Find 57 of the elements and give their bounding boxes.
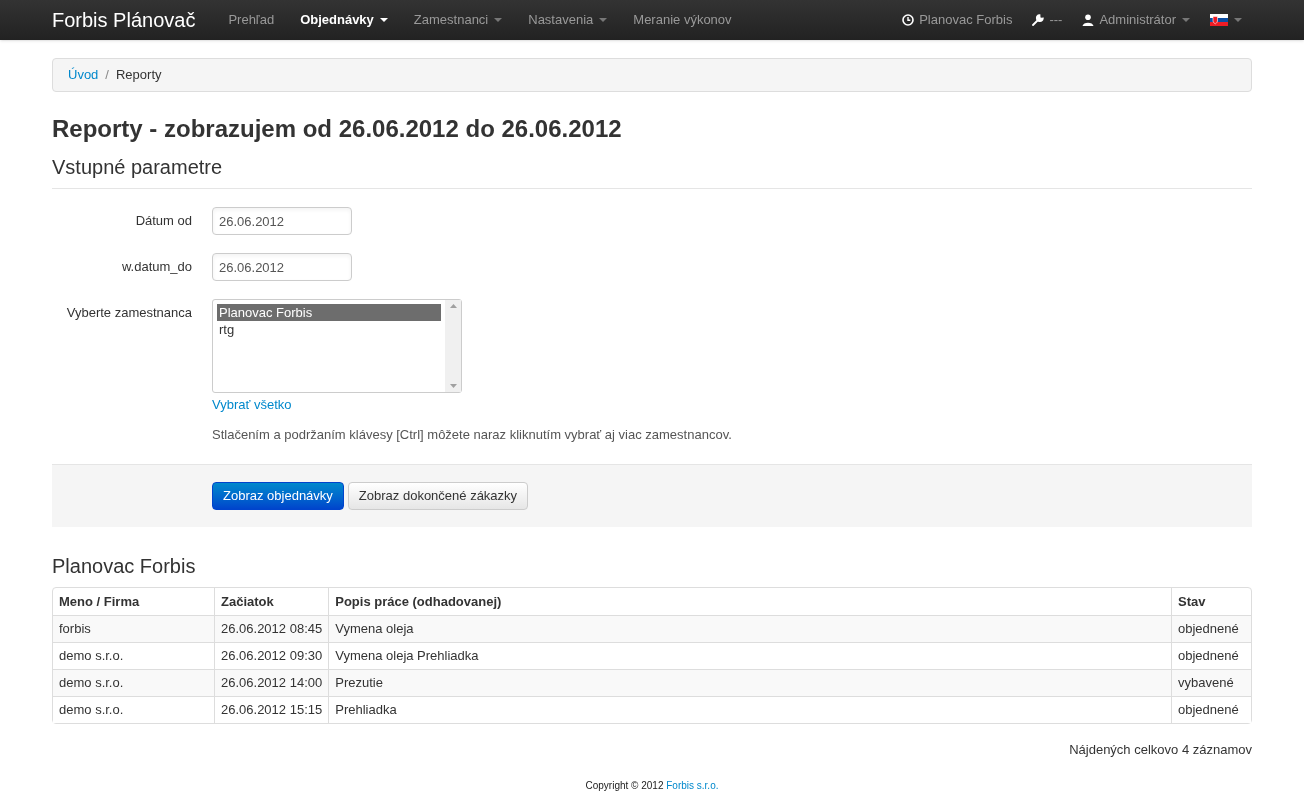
user-icon (1082, 14, 1095, 26)
company-link[interactable]: Forbis s.r.o. (666, 779, 719, 791)
breadcrumb-separator: / (105, 66, 109, 85)
nav-link[interactable]: Objednávky (287, 10, 401, 30)
table-cell: demo s.r.o. (53, 642, 214, 669)
table-cell: objednené (1171, 615, 1251, 642)
table-cell: objednené (1171, 696, 1251, 723)
nav-link[interactable]: Planovac Forbis (892, 10, 1023, 30)
nav-link[interactable]: --- (1022, 10, 1073, 30)
clock-icon (902, 14, 915, 26)
brand-title[interactable]: Forbis Plánovač (52, 5, 196, 35)
table-cell: 26.06.2012 15:15 (214, 696, 329, 723)
column-header: Popis práce (odhadovanej) (328, 588, 1171, 615)
field-label: Dátum od (134, 212, 193, 230)
table-cell: vybavené (1171, 669, 1251, 696)
column-header: Meno / Firma (58, 592, 141, 611)
scroll-down-icon[interactable] (449, 384, 457, 388)
date-input-field[interactable]: 26.06.2012 (212, 253, 352, 281)
help-text: Stlačením a podržaním klávesy [Ctrl] môžete naraz kliknutím vybrať aj viac zamestnancov. (212, 425, 732, 444)
table-cell: 26.06.2012 08:45 (214, 615, 329, 642)
section-heading: Vstupné parametre (52, 152, 1252, 189)
nav-link[interactable]: Prehľad (215, 10, 288, 30)
table-cell: demo s.r.o. (53, 696, 214, 723)
wrench-icon (1032, 14, 1045, 26)
table-cell: Prehliadka (328, 696, 1171, 723)
table-cell: Prezutie (328, 669, 1171, 696)
breadcrumb-current: Reporty (116, 66, 162, 85)
record-count: Nájdených celkovo 4 záznamov (1069, 741, 1252, 759)
show-orders-button[interactable]: Zobraz objednávky (212, 482, 344, 510)
table-cell: 26.06.2012 14:00 (214, 669, 329, 696)
scrollbar[interactable] (445, 300, 461, 392)
table-cell: forbis (53, 615, 214, 642)
listbox-option[interactable]: Planovac Forbis (217, 304, 441, 321)
nav-link[interactable]: Meranie výkonov (620, 10, 745, 30)
employee-listbox[interactable]: Planovac Forbis rtg (212, 299, 462, 393)
table-cell: 26.06.2012 09:30 (214, 642, 329, 669)
column-header: Stav (1171, 588, 1251, 615)
nav-link[interactable]: Nastavenia (515, 10, 621, 30)
table-cell: objednené (1171, 642, 1251, 669)
table-cell: demo s.r.o. (53, 669, 214, 696)
table-cell: Vymena oleja (328, 615, 1171, 642)
section-heading: Planovac Forbis (52, 554, 197, 579)
listbox-option[interactable]: rtg (217, 321, 441, 338)
field-label: w.datum_do (120, 258, 193, 276)
select-all-link[interactable]: Vybrať všetko (212, 395, 732, 415)
scroll-up-icon[interactable] (449, 304, 457, 308)
column-header: Začiatok (214, 588, 329, 615)
copyright-text: Copyright © 2012 Forbis s.r.o. (585, 778, 719, 793)
field-label: Vyberte zamestnanca (65, 304, 193, 322)
breadcrumb-link[interactable]: Úvod (68, 65, 99, 85)
slovak-flag-icon (1210, 14, 1228, 26)
show-completed-button[interactable]: Zobraz dokončené zákazky (347, 482, 529, 510)
date-input-field[interactable]: 26.06.2012 (212, 207, 352, 235)
page-title: Reporty - zobrazujem od 26.06.2012 do 26.06.2012 (52, 114, 623, 144)
nav-link[interactable]: Administrátor (1072, 10, 1200, 30)
nav-link[interactable]: Zamestnanci (400, 10, 516, 30)
table-cell: Vymena oleja Prehliadka (328, 642, 1171, 669)
